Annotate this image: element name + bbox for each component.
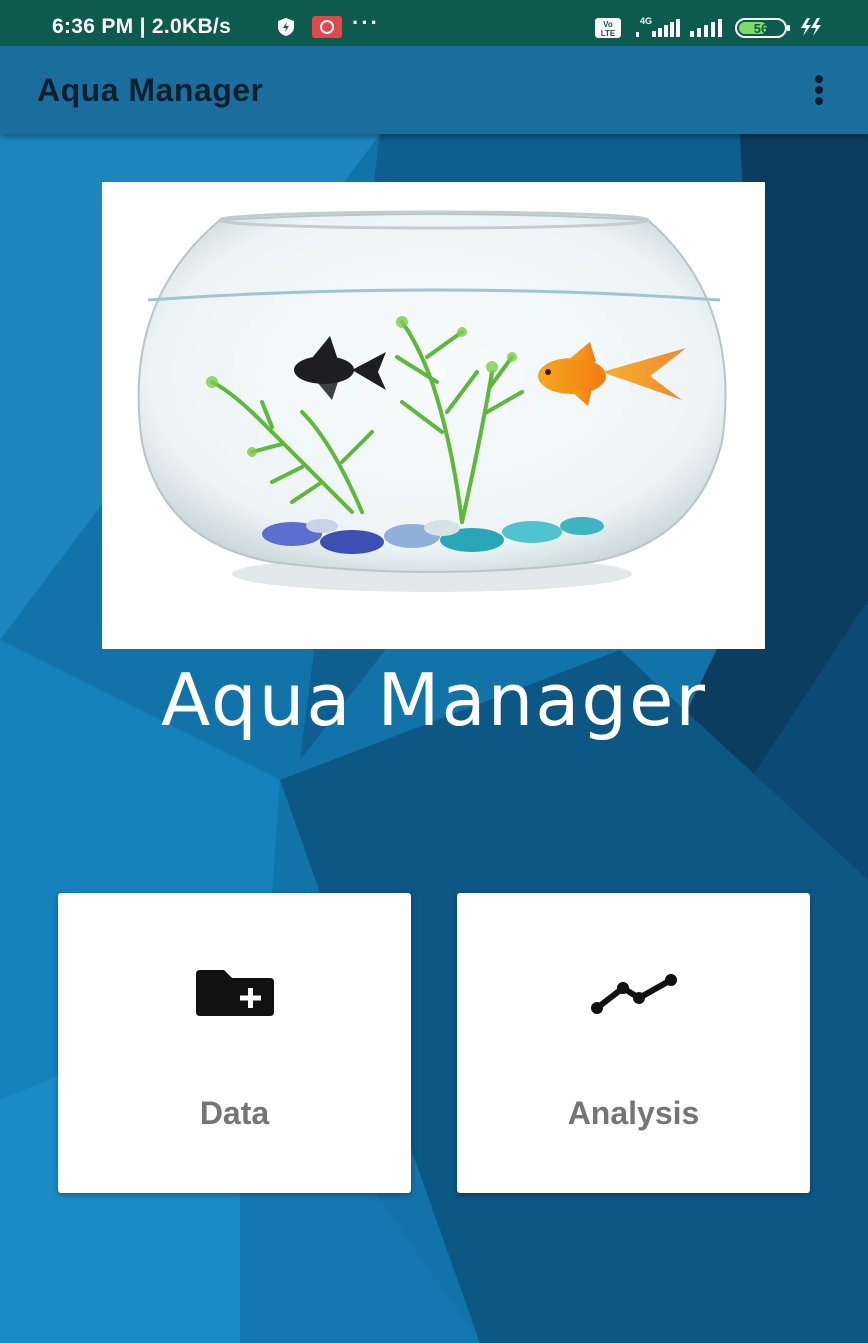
analysis-card-button[interactable]: Analysis <box>457 893 810 1193</box>
volte-icon: Vo LTE <box>595 18 621 38</box>
data-card-button[interactable]: Data <box>58 893 411 1193</box>
folder-add-icon <box>195 970 274 1016</box>
fishbowl-image <box>102 182 765 649</box>
shield-icon <box>278 18 294 36</box>
charging-icon <box>801 18 821 36</box>
status-time: 6:36 PM | 2.0KB/s <box>52 15 232 38</box>
signal-icon <box>690 19 722 37</box>
more-notifications-icon: ··· <box>352 10 380 35</box>
screen: 6:36 PM | 2.0KB/s ··· Vo LTE 4G 56 Aqua … <box>0 0 868 1343</box>
svg-text:4G: 4G <box>640 16 652 26</box>
battery-icon: 56 <box>735 18 790 38</box>
hero-title: Aqua Manager <box>161 658 707 742</box>
status-bar: 6:36 PM | 2.0KB/s ··· Vo LTE 4G 56 <box>0 0 868 46</box>
data-card-label: Data <box>199 1095 270 1131</box>
more-vert-icon[interactable] <box>806 66 832 114</box>
app-notification-icon <box>312 16 342 38</box>
svg-text:56: 56 <box>754 21 768 36</box>
analysis-card-label: Analysis <box>567 1095 700 1131</box>
app-bar-title: Aqua Manager <box>37 72 264 108</box>
svg-text:LTE: LTE <box>601 29 616 38</box>
signal-4g-icon: 4G <box>636 16 680 37</box>
timeline-icon <box>590 974 677 1014</box>
app-bar: Aqua Manager <box>0 46 868 134</box>
svg-text:Vo: Vo <box>603 20 613 29</box>
